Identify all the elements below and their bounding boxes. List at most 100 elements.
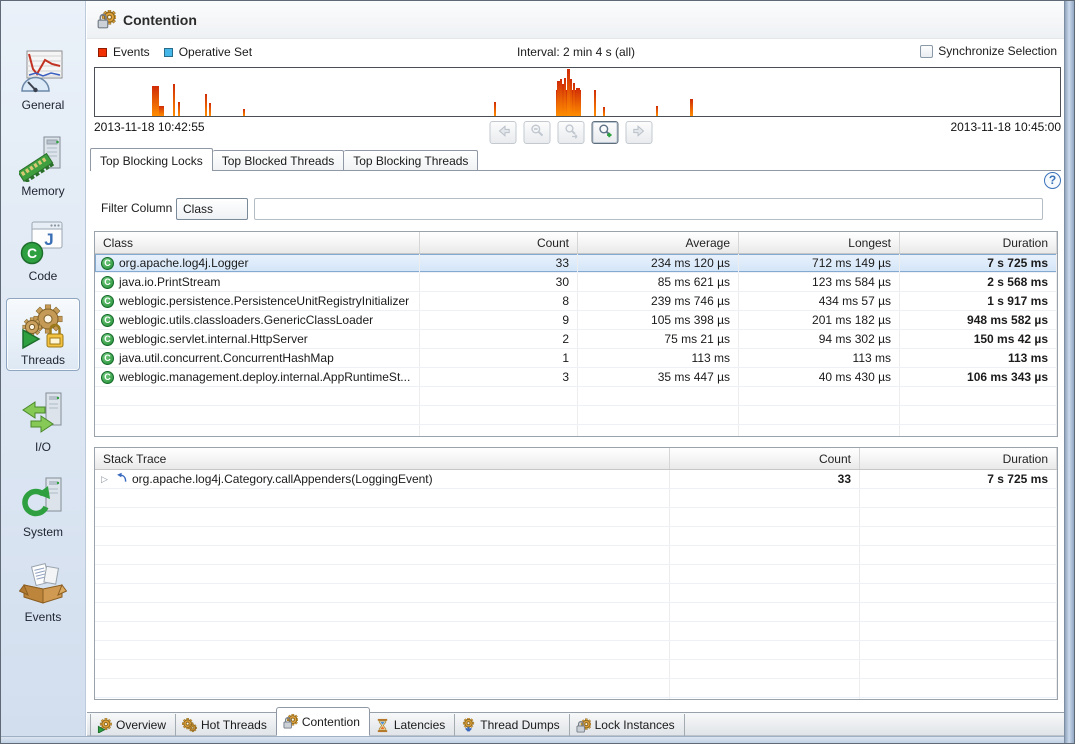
sidebar-item-events[interactable]: Events <box>6 555 80 628</box>
sidebar-item-io[interactable]: I/O <box>6 385 80 458</box>
timeline-bar <box>573 83 575 116</box>
zoom-range-button[interactable] <box>558 121 585 144</box>
main-panel: Contention Events Operative Set Interval… <box>87 1 1065 736</box>
empty-row <box>95 622 1057 641</box>
column-header-duration[interactable]: Duration <box>860 448 1057 469</box>
step-back-icon <box>495 123 511 142</box>
class-icon: C <box>101 276 114 289</box>
locks-table-row[interactable]: Cweblogic.utils.classloaders.GenericClas… <box>95 311 1057 330</box>
class-icon: C <box>101 295 114 308</box>
empty-row <box>95 698 1057 700</box>
legend-row: Events Operative Set Interval: 2 min 4 s… <box>87 43 1065 63</box>
bottom-tab-label: Latencies <box>394 718 445 732</box>
locks-table-row[interactable]: Cjava.io.PrintStream3085 ms 621 µs123 ms… <box>95 273 1057 292</box>
longest-cell: 40 ms 430 µs <box>739 368 900 386</box>
zoom-in-icon <box>597 123 613 142</box>
synchronize-selection-checkbox[interactable] <box>920 45 933 58</box>
bottom-tab-bar: OverviewHot Threads Contention Latencies Th… <box>90 706 685 736</box>
class-name: weblogic.persistence.PersistenceUnitRegi… <box>119 294 409 309</box>
hot-threads-icon <box>182 718 197 733</box>
timeline-bar <box>656 106 658 116</box>
bottom-tab-hot-threads[interactable]: Hot Threads <box>176 714 277 736</box>
average-cell: 35 ms 447 µs <box>578 368 739 386</box>
longest-cell: 712 ms 149 µs <box>739 254 900 272</box>
filter-column-dropdown[interactable]: Class <box>176 198 248 220</box>
step-back-button[interactable] <box>490 121 517 144</box>
timeline-bar <box>570 79 572 116</box>
thread-dumps-icon <box>461 718 476 733</box>
longest-cell: 94 ms 302 µs <box>739 330 900 348</box>
column-header-stack-trace[interactable]: Stack Trace <box>95 448 670 469</box>
empty-row <box>95 565 1057 584</box>
class-name: org.apache.log4j.Logger <box>119 256 248 271</box>
bottom-tab-overview[interactable]: Overview <box>90 714 176 736</box>
timeline-chart[interactable] <box>94 67 1061 117</box>
stack-frame-icon <box>116 472 127 487</box>
sidebar-item-memory[interactable]: Memory <box>6 129 80 202</box>
column-header-class[interactable]: Class <box>95 232 420 253</box>
class-name: weblogic.servlet.internal.HttpServer <box>119 332 308 347</box>
duration-cell: 106 ms 343 µs <box>900 368 1057 386</box>
stack-trace-row[interactable]: ▷org.apache.log4j.Category.callAppenders… <box>95 470 1057 489</box>
bottom-tab-lock-instances[interactable]: Lock Instances <box>570 714 685 736</box>
bottom-tab-label: Contention <box>302 715 360 729</box>
timeline-bar <box>209 103 211 116</box>
sidebar-item-label: Code <box>29 269 58 283</box>
empty-row <box>95 660 1057 679</box>
sidebar-item-threads[interactable]: Threads <box>6 298 80 371</box>
filter-row: Filter Column Class <box>87 197 1065 221</box>
locks-table-row[interactable]: Cweblogic.persistence.PersistenceUnitReg… <box>95 292 1057 311</box>
tab-top-blocking-threads[interactable]: Top Blocking Threads <box>344 150 478 170</box>
longest-cell: 434 ms 57 µs <box>739 292 900 310</box>
empty-row <box>95 489 1057 508</box>
class-icon: C <box>101 314 114 327</box>
sidebar-item-code[interactable]: JCCode <box>6 214 80 287</box>
latencies-icon <box>375 718 390 733</box>
threads-icon <box>19 303 67 351</box>
average-cell: 75 ms 21 µs <box>578 330 739 348</box>
average-cell: 234 ms 120 µs <box>578 254 739 272</box>
expander-icon[interactable]: ▷ <box>101 472 111 487</box>
synchronize-selection-label: Synchronize Selection <box>938 44 1057 58</box>
locks-table-row[interactable]: Corg.apache.log4j.Logger33234 ms 120 µs7… <box>95 254 1057 273</box>
locks-table-row[interactable]: Cjava.util.concurrent.ConcurrentHashMap1… <box>95 349 1057 368</box>
step-forward-icon <box>631 123 647 142</box>
empty-row <box>95 679 1057 698</box>
longest-cell: 201 ms 182 µs <box>739 311 900 329</box>
svg-text:C: C <box>27 245 37 261</box>
locks-table-row[interactable]: Cweblogic.management.deploy.internal.App… <box>95 368 1057 387</box>
column-header-average[interactable]: Average <box>578 232 739 253</box>
synchronize-selection-control[interactable]: Synchronize Selection <box>920 44 1057 58</box>
step-forward-button[interactable] <box>626 121 653 144</box>
tab-top-blocked-threads[interactable]: Top Blocked Threads <box>213 150 345 170</box>
sidebar-item-general[interactable]: General <box>6 43 80 116</box>
timeline-bar <box>173 84 175 116</box>
duration-cell: 2 s 568 ms <box>900 273 1057 291</box>
jmc-window: GeneralMemoryJCCodeThreadsI/OSystemEvent… <box>0 0 1075 744</box>
column-header-longest[interactable]: Longest <box>739 232 900 253</box>
tab-top-blocking-locks[interactable]: Top Blocking Locks <box>90 148 213 171</box>
timeline-bar <box>594 90 596 116</box>
duration-cell: 1 s 917 ms <box>900 292 1057 310</box>
column-header-count[interactable]: Count <box>670 448 860 469</box>
help-icon[interactable]: ? <box>1044 172 1061 189</box>
column-header-duration[interactable]: Duration <box>900 232 1057 253</box>
locks-table-body: Corg.apache.log4j.Logger33234 ms 120 µs7… <box>95 254 1057 437</box>
bottom-tab-contention[interactable]: Contention <box>276 707 370 736</box>
zoom-range-icon <box>563 123 579 142</box>
count-cell: 9 <box>420 311 578 329</box>
filter-input[interactable] <box>254 198 1043 220</box>
count-cell: 8 <box>420 292 578 310</box>
zoom-in-button[interactable] <box>592 121 619 144</box>
duration-cell: 7 s 725 ms <box>900 254 1057 272</box>
column-header-count[interactable]: Count <box>420 232 578 253</box>
class-name: weblogic.management.deploy.internal.AppR… <box>119 370 410 385</box>
zoom-out-button[interactable] <box>524 121 551 144</box>
locks-table-row[interactable]: Cweblogic.servlet.internal.HttpServer275… <box>95 330 1057 349</box>
class-name: java.io.PrintStream <box>119 275 220 290</box>
events-icon <box>19 560 67 608</box>
bottom-tab-thread-dumps[interactable]: Thread Dumps <box>455 714 569 736</box>
class-icon: C <box>101 352 114 365</box>
bottom-tab-latencies[interactable]: Latencies <box>369 714 455 736</box>
sidebar-item-system[interactable]: System <box>6 470 80 543</box>
